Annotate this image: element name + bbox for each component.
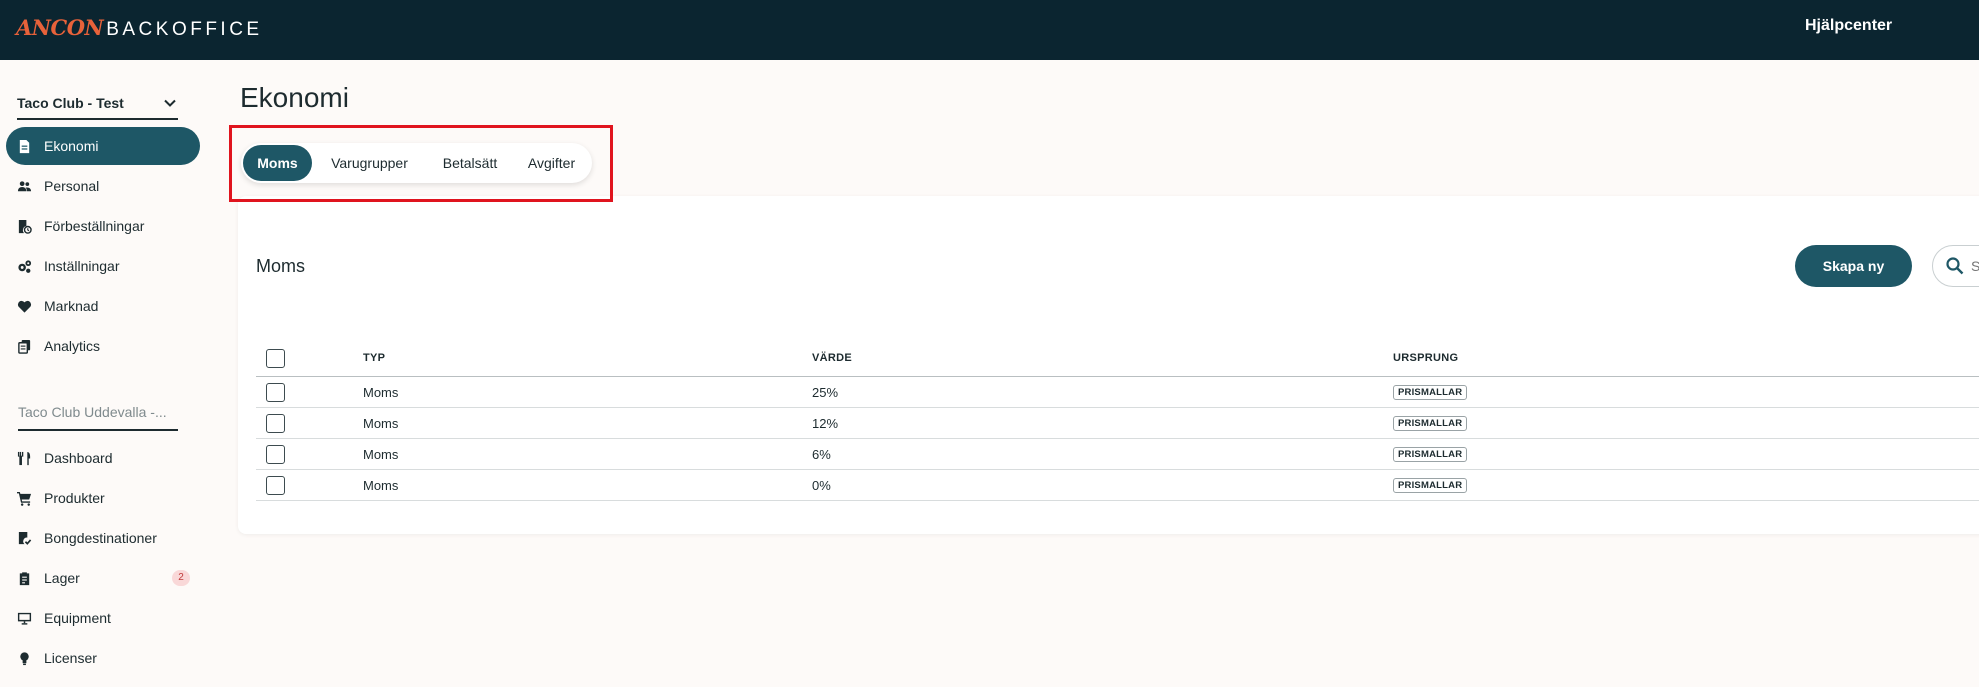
row-checkbox[interactable]: [266, 382, 285, 402]
table-header-row: TYP VÄRDE URSPRUNG: [256, 340, 1979, 377]
search-input[interactable]: [1971, 258, 1979, 274]
table-row[interactable]: Moms 0% PRISMALLAR: [256, 470, 1979, 501]
sidebar: Taco Club - Test Ekonomi Personal Förbes…: [0, 60, 210, 687]
logo-sub: BACKOFFICE: [106, 19, 263, 40]
table-row[interactable]: Moms 12% PRISMALLAR: [256, 408, 1979, 439]
sidebar-item-label: Ekonomi: [44, 138, 99, 154]
document-icon: [19, 139, 30, 153]
search-icon: [1946, 257, 1964, 275]
chevron-down-icon: [164, 99, 176, 107]
org-select-label: Taco Club - Test: [17, 95, 124, 111]
row-checkbox[interactable]: [266, 475, 285, 495]
sidebar-item-analytics[interactable]: Analytics: [6, 327, 200, 365]
sidebar-item-label: Förbeställningar: [44, 218, 145, 234]
bulb-icon: [20, 651, 29, 665]
tab-avgifter[interactable]: Avgifter: [513, 145, 590, 181]
column-header-origin[interactable]: URSPRUNG: [1393, 340, 1458, 376]
cell-type: Moms: [363, 446, 399, 462]
tab-bar: Moms Varugrupper Betalsätt Avgifter: [241, 143, 592, 183]
search-box[interactable]: [1932, 245, 1979, 287]
sidebar-item-forbestallningar[interactable]: Förbeställningar: [6, 207, 200, 245]
cell-value: 25%: [812, 384, 839, 400]
cell-value: 0%: [812, 477, 831, 493]
origin-tag: PRISMALLAR: [1393, 446, 1468, 462]
tab-moms[interactable]: Moms: [243, 145, 312, 181]
table-row[interactable]: Moms 25% PRISMALLAR: [256, 377, 1979, 408]
row-checkbox-cell: [266, 470, 285, 500]
monitor-icon: [17, 612, 32, 625]
clipboard-icon: [19, 571, 30, 585]
row-checkbox-cell: [266, 377, 285, 407]
sidebar-item-label: Licenser: [44, 650, 97, 666]
cell-origin: PRISMALLAR: [1393, 470, 1468, 500]
cell-origin: PRISMALLAR: [1393, 439, 1468, 469]
venue-section-label[interactable]: Taco Club Uddevalla -...: [18, 404, 178, 431]
cell-value: 12%: [812, 415, 839, 431]
sidebar-item-label: Personal: [44, 178, 100, 194]
gears-icon: [18, 259, 32, 273]
sidebar-item-label: Produkter: [44, 490, 105, 506]
preorder-icon: [18, 219, 32, 234]
header-checkbox-cell: [266, 340, 285, 376]
receipt-icon: [18, 531, 32, 545]
cell-origin: PRISMALLAR: [1393, 377, 1468, 407]
heart-icon: [17, 300, 32, 313]
org-select[interactable]: Taco Club - Test: [17, 88, 178, 120]
sidebar-item-label: Inställningar: [44, 258, 120, 274]
cell-type: Moms: [363, 477, 399, 493]
origin-tag: PRISMALLAR: [1393, 477, 1468, 493]
row-checkbox[interactable]: [266, 413, 285, 433]
row-checkbox-cell: [266, 408, 285, 438]
column-header-type[interactable]: TYP: [363, 340, 385, 376]
sidebar-item-label: Lager: [44, 570, 80, 586]
row-checkbox[interactable]: [266, 444, 285, 464]
sidebar-item-dashboard[interactable]: Dashboard: [6, 439, 200, 477]
analytics-icon: [18, 339, 31, 354]
page-title: Ekonomi: [240, 82, 349, 113]
cell-type: Moms: [363, 384, 399, 400]
cell-origin: PRISMALLAR: [1393, 408, 1468, 438]
logo-brand: ANCON: [16, 15, 104, 40]
cell-value: 6%: [812, 446, 831, 462]
sidebar-item-label: Analytics: [44, 338, 101, 354]
sidebar-item-produkter[interactable]: Produkter: [6, 479, 200, 517]
origin-tag: PRISMALLAR: [1393, 384, 1468, 400]
sidebar-item-ekonomi[interactable]: Ekonomi: [6, 127, 200, 165]
row-checkbox-cell: [266, 439, 285, 469]
sidebar-item-label: Dashboard: [44, 450, 113, 466]
tab-varugrupper[interactable]: Varugrupper: [312, 145, 427, 181]
card-title: Moms: [256, 256, 305, 276]
top-bar: ANCON BACKOFFICE Hjälpcenter: [0, 0, 1979, 60]
cell-type: Moms: [363, 415, 399, 431]
logo[interactable]: ANCON BACKOFFICE: [16, 15, 263, 41]
column-header-value[interactable]: VÄRDE: [812, 340, 852, 376]
origin-tag: PRISMALLAR: [1393, 415, 1468, 431]
sidebar-item-equipment[interactable]: Equipment: [6, 599, 200, 637]
people-icon: [17, 180, 32, 191]
sidebar-item-marknad[interactable]: Marknad: [6, 287, 200, 325]
table-row[interactable]: Moms 6% PRISMALLAR: [256, 439, 1979, 470]
sidebar-item-label: Marknad: [44, 298, 99, 314]
sidebar-item-licenser[interactable]: Licenser: [6, 639, 200, 677]
sidebar-item-lager[interactable]: Lager 2: [6, 559, 200, 597]
vat-table: TYP VÄRDE URSPRUNG Moms 25% PRISMALLAR M…: [256, 340, 1979, 501]
sidebar-item-bongdestinationer[interactable]: Bongdestinationer: [6, 519, 200, 557]
cutlery-icon: [17, 451, 31, 465]
cart-icon: [17, 491, 32, 506]
tab-betalsatt[interactable]: Betalsätt: [427, 145, 513, 181]
sidebar-item-installningar[interactable]: Inställningar: [6, 247, 200, 285]
help-center-link[interactable]: Hjälpcenter: [1805, 17, 1892, 35]
lager-count-badge: 2: [172, 570, 190, 586]
sidebar-item-label: Bongdestinationer: [44, 530, 157, 546]
sidebar-item-label: Equipment: [44, 610, 111, 626]
create-new-button[interactable]: Skapa ny: [1795, 245, 1912, 287]
sidebar-item-personal[interactable]: Personal: [6, 167, 200, 205]
select-all-checkbox[interactable]: [266, 348, 285, 368]
